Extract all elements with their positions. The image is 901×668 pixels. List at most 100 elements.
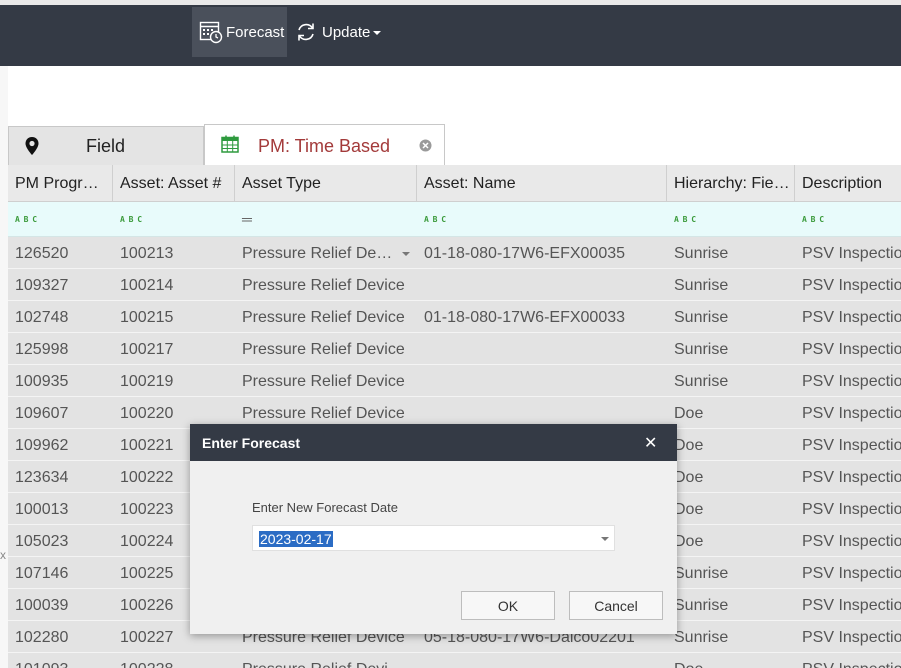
cell-description: PSV Inspectio: [802, 597, 901, 614]
cell-hierarchy: Doe: [674, 437, 704, 454]
forecast-date-input[interactable]: 2023-02-17: [252, 525, 615, 551]
cell-pm-program: 100013: [15, 501, 69, 518]
cell-description: PSV Inspectio: [802, 277, 901, 294]
equals-filter-icon: ═: [242, 211, 252, 227]
cell-pm-program: 101093: [8, 653, 113, 668]
calendar-icon: [221, 135, 239, 153]
cell-asset-number: 100219: [120, 373, 174, 390]
cell-asset-name: [417, 365, 667, 397]
update-dropdown-button[interactable]: Update: [293, 7, 388, 57]
cell-asset-name: [417, 653, 667, 668]
table-row[interactable]: 109327 100214 Pressure Relief Device Sunris…: [8, 269, 901, 301]
cell-hierarchy: Doe: [674, 533, 704, 550]
cell-pm-program: 102748: [15, 309, 69, 326]
cell-hierarchy: Doe: [674, 469, 704, 486]
text-filter-icon: A B C: [424, 214, 446, 224]
filter-cell-asset-number[interactable]: A B C: [113, 202, 235, 236]
cell-asset-type: Pressure Relief Device: [242, 309, 405, 326]
cell-description: PSV Inspectio: [802, 437, 901, 454]
cell-pm-program: 125998: [15, 341, 69, 358]
cell-hierarchy: Sunrise: [674, 277, 729, 294]
cell-pm-program: 102280: [15, 629, 69, 646]
cell-hierarchy: Sunrise: [674, 629, 729, 646]
text-filter-icon: A B C: [15, 214, 37, 224]
close-icon[interactable]: ✕: [644, 433, 657, 453]
cell-pm-program: 109327: [15, 277, 69, 294]
cell-hierarchy: Sunrise: [674, 341, 729, 358]
cancel-button[interactable]: Cancel: [569, 591, 663, 620]
update-label: Update: [322, 23, 371, 41]
text-filter-icon: A B C: [674, 214, 696, 224]
column-header-asset-number[interactable]: Asset: Asset #: [113, 165, 235, 201]
tab-field-label: Field: [86, 136, 126, 156]
cell-description: PSV Inspectio: [802, 405, 901, 422]
cell-description: PSV Inspectio: [802, 341, 901, 358]
tab-pm-time-based[interactable]: PM: Time Based: [204, 124, 445, 165]
chevron-down-icon[interactable]: [601, 537, 609, 541]
cell-description: PSV Inspectio: [802, 565, 901, 582]
chevron-down-icon[interactable]: [402, 252, 410, 256]
table-row[interactable]: 126520 100213 Pressure Relief De… 01-18-080…: [8, 237, 901, 269]
tab-close-icon[interactable]: [419, 139, 432, 152]
cell-asset-type: Pressure Relief Device: [242, 277, 405, 294]
cell-description: PSV Inspectio: [802, 533, 901, 550]
cell-pm-program: 100039: [15, 597, 69, 614]
cell-asset-type: Pressure Relief Device: [242, 341, 405, 358]
cell-asset-name: 01-18-080-17W6-EFX00035: [424, 245, 626, 262]
cell-hierarchy: Sunrise: [674, 565, 729, 582]
cell-asset-type: Pressure Relief De…: [242, 245, 393, 262]
dialog-title: Enter Forecast: [202, 435, 301, 451]
table-row[interactable]: 100935 100219 Pressure Relief Device Sunris…: [8, 365, 901, 397]
tab-pm-label: PM: Time Based: [258, 136, 391, 156]
pin-icon: [25, 137, 39, 155]
ok-button[interactable]: OK: [461, 591, 555, 620]
toolbar: Forecast Update: [0, 5, 901, 66]
filter-cell-hierarchy[interactable]: A B C: [667, 202, 795, 236]
forecast-button[interactable]: Forecast: [192, 7, 287, 57]
cell-hierarchy: Sunrise: [674, 309, 729, 326]
forecast-label: Forecast: [226, 23, 285, 41]
cell-asset-type: Pressure Relief Device: [242, 373, 405, 390]
column-header-description[interactable]: Description: [795, 165, 901, 201]
cell-asset-type: Pressure Relief Devi…: [235, 653, 417, 668]
text-filter-icon: A B C: [802, 214, 824, 224]
filter-cell-pm-program[interactable]: A B C: [8, 202, 113, 236]
cell-asset-number: 100213: [120, 245, 174, 262]
text-filter-icon: A B C: [120, 214, 142, 224]
tab-field[interactable]: Field: [8, 126, 204, 165]
column-header-asset-type[interactable]: Asset Type: [235, 165, 417, 201]
table-row[interactable]: 102748 100215 Pressure Relief Device 01-18-…: [8, 301, 901, 333]
cell-asset-number: 100217: [120, 341, 174, 358]
cell-description: PSV Inspectio: [795, 653, 901, 668]
column-header-pm-program[interactable]: PM Progr…: [8, 165, 113, 201]
calendar-clock-icon: [199, 21, 223, 44]
grid-filter-row: A B C A B C ═ A B C A B C A B C: [8, 202, 901, 237]
collapse-marker[interactable]: x: [0, 548, 6, 562]
column-header-hierarchy[interactable]: Hierarchy: Fie…: [667, 165, 795, 201]
cell-description: PSV Inspectio: [802, 469, 901, 486]
grid-header-row: PM Progr… Asset: Asset # Asset Type Asse…: [8, 165, 901, 202]
cell-hierarchy: Sunrise: [674, 245, 729, 262]
cell-pm-program: 107146: [15, 565, 69, 582]
cell-hierarchy: Doe: [674, 501, 704, 518]
filter-cell-asset-type[interactable]: ═: [235, 202, 417, 236]
cell-asset-name: [417, 269, 667, 301]
table-row[interactable]: 101093100228Pressure Relief Devi… DoePSV …: [8, 653, 901, 668]
filter-cell-description[interactable]: A B C: [795, 202, 901, 236]
table-row[interactable]: 125998 100217 Pressure Relief Device Sunris…: [8, 333, 901, 365]
cell-hierarchy: Sunrise: [674, 597, 729, 614]
cell-pm-program: 123634: [15, 469, 69, 486]
left-gutter: [0, 66, 8, 668]
cell-pm-program: 109962: [15, 437, 69, 454]
filter-cell-asset-name[interactable]: A B C: [417, 202, 667, 236]
cell-pm-program: 126520: [15, 245, 69, 262]
caret-down-icon: [373, 31, 382, 35]
forecast-date-label: Enter New Forecast Date: [252, 500, 398, 515]
cell-hierarchy: Sunrise: [674, 373, 729, 390]
cell-description: PSV Inspectio: [802, 629, 901, 646]
refresh-icon: [298, 23, 314, 41]
forecast-date-value: 2023-02-17: [259, 531, 333, 547]
cell-asset-number: 100214: [120, 277, 174, 294]
column-header-asset-name[interactable]: Asset: Name: [417, 165, 667, 201]
cell-description: PSV Inspectio: [802, 245, 901, 262]
